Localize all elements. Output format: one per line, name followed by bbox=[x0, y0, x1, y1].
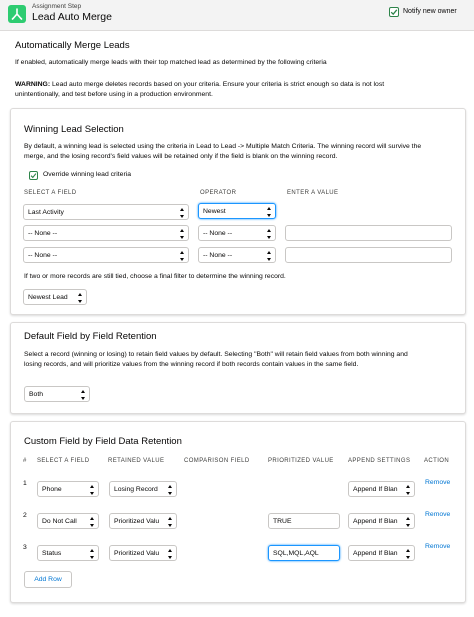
select-arrows-icon bbox=[80, 390, 86, 400]
custom-field-select-1[interactable]: Phone bbox=[37, 481, 99, 497]
checkmark-icon bbox=[390, 9, 398, 16]
custom-row-number-2: 2 bbox=[23, 512, 27, 519]
winning-field-value-1: Last Activity bbox=[28, 208, 64, 216]
col-prioritized-value: Prioritized Value bbox=[268, 458, 334, 464]
col-retained-value: Retained Value bbox=[108, 458, 165, 464]
tie-breaker-select[interactable]: Newest Lead bbox=[23, 289, 87, 305]
custom-prioritized-input-3[interactable]: SQL,MQL,AQL bbox=[268, 545, 340, 561]
winning-operator-value-3: -- None -- bbox=[203, 251, 233, 259]
select-arrows-icon bbox=[266, 251, 272, 261]
col-custom-field: Select a Field bbox=[37, 458, 90, 464]
default-retention-desc-line1: Select a record (winning or losing) to r… bbox=[24, 351, 408, 358]
winning-operator-select-1[interactable]: Newest bbox=[198, 203, 276, 219]
custom-append-value-3: Append If Blan bbox=[353, 549, 398, 557]
checkmark-icon bbox=[30, 173, 37, 179]
select-arrows-icon bbox=[405, 485, 411, 495]
custom-field-select-2[interactable]: Do Not Call bbox=[37, 513, 99, 529]
override-criteria-label: Override winning lead criteria bbox=[43, 171, 132, 178]
winning-field-value-3: -- None -- bbox=[28, 251, 58, 259]
winning-lead-title: Winning Lead Selection bbox=[24, 124, 124, 135]
remove-row-link-1[interactable]: Remove bbox=[425, 479, 450, 486]
select-arrows-icon bbox=[179, 229, 185, 239]
select-arrows-icon bbox=[167, 485, 173, 495]
winning-operator-select-2[interactable]: -- None -- bbox=[198, 225, 276, 241]
remove-row-link-2[interactable]: Remove bbox=[425, 511, 450, 518]
remove-row-link-3[interactable]: Remove bbox=[425, 543, 450, 550]
custom-field-value-1: Phone bbox=[42, 485, 62, 493]
warning-label: WARNING: bbox=[15, 81, 51, 88]
select-arrows-icon bbox=[405, 549, 411, 559]
custom-row-number-3: 3 bbox=[23, 544, 27, 551]
header-title: Lead Auto Merge bbox=[32, 11, 112, 23]
intro-warning: WARNING: Lead auto merge deletes records… bbox=[15, 80, 465, 90]
intro-title: Automatically Merge Leads bbox=[15, 40, 130, 51]
select-arrows-icon bbox=[167, 517, 173, 527]
custom-retained-select-3[interactable]: Prioritized Valu bbox=[109, 545, 177, 561]
intro-description: If enabled, automatically merge leads wi… bbox=[15, 59, 327, 66]
custom-append-select-3[interactable]: Append If Blan bbox=[348, 545, 415, 561]
winning-field-select-1[interactable]: Last Activity bbox=[23, 204, 189, 220]
custom-append-value-1: Append If Blan bbox=[353, 485, 398, 493]
winning-field-value-2: -- None -- bbox=[28, 229, 58, 237]
col-comparison-field: Comparison Field bbox=[184, 458, 250, 464]
assignment-step-icon bbox=[8, 5, 26, 23]
select-arrows-icon bbox=[266, 229, 272, 239]
default-retention-desc-line2: losing records, and will prioritize valu… bbox=[24, 361, 359, 368]
select-arrows-icon bbox=[89, 549, 95, 559]
col-action: Action bbox=[424, 458, 450, 464]
col-enter-value: Enter a Value bbox=[287, 190, 339, 196]
custom-retained-value-1: Losing Record bbox=[114, 485, 158, 493]
custom-field-select-3[interactable]: Status bbox=[37, 545, 99, 561]
winning-operator-value-2: -- None -- bbox=[203, 229, 233, 237]
select-arrows-icon bbox=[266, 207, 272, 217]
header-subtitle: Assignment Step bbox=[32, 3, 82, 10]
winning-value-input-2[interactable] bbox=[285, 225, 452, 241]
col-operator: Operator bbox=[200, 190, 237, 196]
tie-breaker-text: If two or more records are still tied, c… bbox=[24, 273, 286, 280]
notify-owner-label: Notify new owner bbox=[403, 8, 457, 15]
add-row-button[interactable]: Add Row bbox=[24, 571, 72, 588]
custom-retention-card bbox=[10, 421, 466, 603]
warning-line1: Lead auto merge deletes records based on… bbox=[50, 81, 385, 88]
default-retention-title: Default Field by Field Retention bbox=[24, 331, 157, 342]
select-arrows-icon bbox=[167, 549, 173, 559]
override-criteria-checkbox[interactable] bbox=[29, 171, 38, 180]
select-arrows-icon bbox=[179, 251, 185, 261]
custom-retention-title: Custom Field by Field Data Retention bbox=[24, 436, 182, 447]
custom-retained-select-1[interactable]: Losing Record bbox=[109, 481, 177, 497]
default-retention-value: Both bbox=[29, 390, 43, 398]
custom-append-value-2: Append If Blan bbox=[353, 517, 398, 525]
custom-retained-select-2[interactable]: Prioritized Valu bbox=[109, 513, 177, 529]
default-retention-select[interactable]: Both bbox=[24, 386, 90, 402]
select-arrows-icon bbox=[77, 293, 83, 303]
custom-prioritized-input-2[interactable]: TRUE bbox=[268, 513, 340, 529]
custom-field-value-3: Status bbox=[42, 549, 62, 557]
custom-append-select-1[interactable]: Append If Blan bbox=[348, 481, 415, 497]
winning-value-input-3[interactable] bbox=[285, 247, 452, 263]
custom-retained-value-3: Prioritized Valu bbox=[114, 549, 160, 557]
custom-retained-value-2: Prioritized Valu bbox=[114, 517, 160, 525]
winning-field-select-3[interactable]: -- None -- bbox=[23, 247, 189, 263]
winning-operator-select-3[interactable]: -- None -- bbox=[198, 247, 276, 263]
winning-operator-value-1: Newest bbox=[203, 207, 226, 215]
winning-desc-line2: merge, and the losing record's field val… bbox=[24, 153, 338, 160]
custom-row-number-1: 1 bbox=[23, 480, 27, 487]
notify-owner-checkbox[interactable] bbox=[389, 7, 399, 17]
warning-line2: unintentionally, and test before using i… bbox=[15, 91, 213, 98]
select-arrows-icon bbox=[179, 208, 185, 218]
winning-desc-line1: By default, a winning lead is selected u… bbox=[24, 143, 422, 150]
custom-append-select-2[interactable]: Append If Blan bbox=[348, 513, 415, 529]
select-arrows-icon bbox=[89, 485, 95, 495]
col-select-field: Select a Field bbox=[24, 190, 77, 196]
custom-field-value-2: Do Not Call bbox=[42, 517, 77, 525]
tie-breaker-value: Newest Lead bbox=[28, 293, 68, 301]
winning-field-select-2[interactable]: -- None -- bbox=[23, 225, 189, 241]
select-arrows-icon bbox=[405, 517, 411, 527]
col-append-settings: Append Settings bbox=[348, 458, 411, 464]
col-number: # bbox=[23, 458, 27, 464]
select-arrows-icon bbox=[89, 517, 95, 527]
